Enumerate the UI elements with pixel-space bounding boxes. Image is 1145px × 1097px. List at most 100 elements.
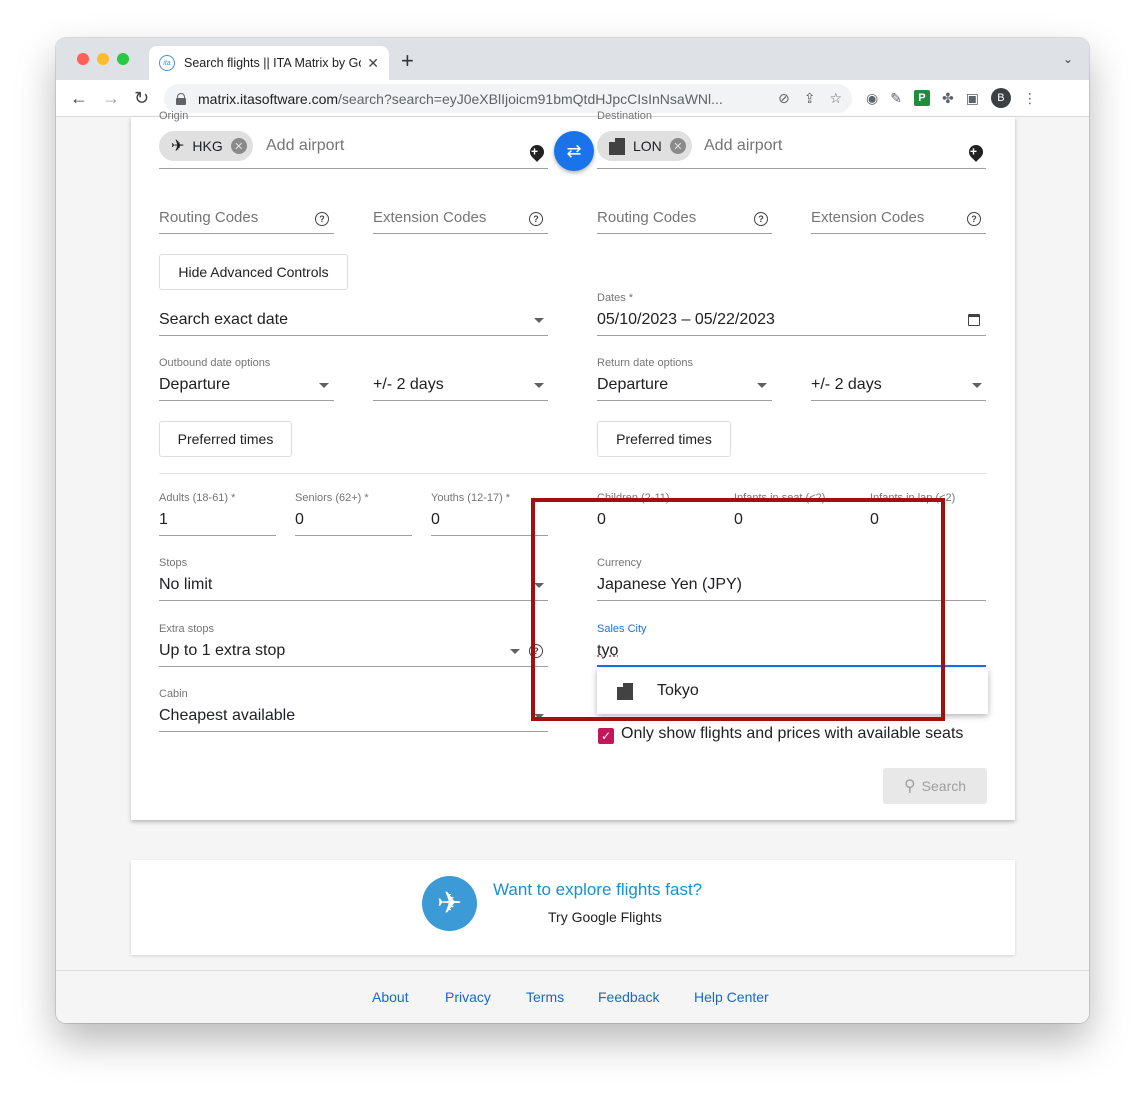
close-tab-icon[interactable]: ✕	[367, 55, 379, 72]
kebab-menu-icon[interactable]: ⋮	[1023, 90, 1037, 107]
remove-destination-icon[interactable]: ✕	[669, 138, 686, 154]
available-seats-checkbox[interactable]: ✓	[598, 728, 614, 744]
minimize-window-button[interactable]	[97, 53, 109, 65]
return-preferred-times-button[interactable]: Preferred times	[597, 421, 731, 457]
outbound-options-label: Outbound date options	[159, 357, 271, 369]
help-icon[interactable]: ?	[529, 212, 543, 226]
stops-select[interactable]	[159, 572, 548, 601]
origin-label: Origin	[159, 110, 189, 122]
destination-chip-label: LON	[633, 138, 662, 154]
footer-link-terms[interactable]: Terms	[526, 989, 564, 1005]
origin-extension-codes-input[interactable]: Extension Codes	[373, 209, 486, 226]
extensions-bar: ◉ ✎ P ✤ ▣ B ⋮	[866, 88, 1037, 108]
adults-label: Adults (18-61) *	[159, 492, 236, 504]
chevron-down-icon	[534, 383, 544, 388]
seniors-value[interactable]: 0	[295, 511, 304, 529]
page-footer: About Privacy Terms Feedback Help Center	[56, 970, 1089, 1023]
footer-link-about[interactable]: About	[372, 989, 409, 1005]
outbound-preferred-times-button[interactable]: Preferred times	[159, 421, 292, 457]
calendar-icon[interactable]	[968, 314, 980, 326]
promo-subtitle[interactable]: Try Google Flights	[548, 909, 662, 925]
dates-label: Dates *	[597, 292, 634, 304]
chevron-down-icon	[757, 383, 767, 388]
side-panel-icon[interactable]: ▣	[966, 90, 979, 107]
help-icon[interactable]: ?	[315, 212, 329, 226]
chevron-down-icon	[972, 383, 982, 388]
footer-link-privacy[interactable]: Privacy	[445, 989, 491, 1005]
youths-value[interactable]: 0	[431, 511, 440, 529]
outbound-type-value: Departure	[159, 376, 231, 393]
promo-title[interactable]: Want to explore flights fast?	[493, 880, 702, 900]
adults-input-field[interactable]	[159, 507, 276, 536]
search-button[interactable]: ⚲ Search	[883, 768, 987, 804]
google-flights-promo[interactable]: ✈ Want to explore flights fast? Try Goog…	[131, 860, 1015, 955]
tab-title: Search flights || ITA Matrix by Google	[184, 56, 361, 70]
browser-toolbar: ← → ↻ matrix.itasoftware.com /search?sea…	[56, 80, 1089, 117]
annotation-highlight-box	[531, 498, 945, 721]
origin-input[interactable]: Add airport	[266, 137, 344, 155]
bookmark-star-icon[interactable]: ☆	[829, 90, 842, 107]
adults-value[interactable]: 1	[159, 511, 168, 529]
puzzle-icon[interactable]: ✤	[942, 90, 954, 107]
plane-icon: ✈	[171, 138, 185, 155]
destination-routing-codes-input[interactable]: Routing Codes	[597, 209, 696, 226]
available-seats-label[interactable]: Only show flights and prices with availa…	[621, 725, 963, 743]
url-host: matrix.itasoftware.com	[198, 90, 339, 107]
remove-origin-icon[interactable]: ✕	[230, 138, 247, 154]
stops-value: No limit	[159, 576, 213, 593]
lock-icon[interactable]	[176, 92, 186, 105]
origin-chip-label: HKG	[192, 138, 223, 154]
youths-label: Youths (12-17) *	[431, 492, 511, 504]
help-icon[interactable]: ?	[754, 212, 768, 226]
eyedropper-icon[interactable]: ✎	[890, 90, 902, 107]
chevron-down-icon	[510, 649, 520, 654]
cabin-label: Cabin	[159, 688, 188, 700]
search-button-label: Search	[921, 778, 967, 794]
share-icon[interactable]: ⇪	[804, 90, 816, 107]
airplane-icon: ✈	[422, 876, 477, 931]
forward-icon[interactable]: →	[102, 88, 120, 108]
new-tab-icon[interactable]: +	[401, 50, 414, 72]
destination-extension-codes-input[interactable]: Extension Codes	[811, 209, 924, 226]
outbound-range-value: +/- 2 days	[373, 376, 444, 393]
footer-link-help-center[interactable]: Help Center	[694, 989, 769, 1005]
origin-routing-codes-input[interactable]: Routing Codes	[159, 209, 258, 226]
back-icon[interactable]: ←	[70, 88, 88, 108]
ita-favicon-icon: ita	[159, 55, 175, 71]
hide-advanced-controls-button[interactable]: Hide Advanced Controls	[159, 254, 348, 290]
return-type-value: Departure	[597, 376, 669, 393]
swap-airports-button[interactable]: ⇄	[554, 131, 594, 171]
destination-input[interactable]: Add airport	[704, 137, 782, 155]
return-range-value: +/- 2 days	[811, 376, 882, 393]
location-blocked-icon[interactable]: ⊘	[778, 90, 790, 107]
section-divider	[159, 473, 987, 474]
seniors-input-field[interactable]	[295, 507, 412, 536]
extra-stops-value: Up to 1 extra stop	[159, 642, 286, 659]
tab-search-chevron-icon[interactable]: ⌄	[1063, 52, 1073, 66]
help-icon[interactable]: ?	[967, 212, 981, 226]
address-bar[interactable]: matrix.itasoftware.com /search?search=ey…	[164, 84, 852, 113]
maximize-window-button[interactable]	[117, 53, 129, 65]
omnibox-actions: ⊘ ⇪ ☆	[778, 90, 842, 107]
avatar[interactable]: B	[990, 88, 1011, 108]
seniors-label: Seniors (62+) *	[295, 492, 369, 504]
extra-stops-label: Extra stops	[159, 623, 215, 635]
extension-p-icon[interactable]: P	[913, 90, 930, 106]
stops-label: Stops	[159, 557, 188, 569]
swap-arrows-icon: ⇄	[566, 140, 582, 161]
close-window-button[interactable]	[77, 53, 89, 65]
return-options-label: Return date options	[597, 357, 694, 369]
reload-icon[interactable]: ↻	[134, 88, 149, 108]
camera-icon[interactable]: ◉	[866, 90, 878, 107]
destination-chip[interactable]: LON ✕	[597, 131, 692, 161]
destination-label: Destination	[597, 110, 653, 122]
browser-tab[interactable]: ita Search flights || ITA Matrix by Goog…	[149, 46, 389, 80]
tab-strip: ita Search flights || ITA Matrix by Goog…	[56, 38, 1089, 80]
chevron-down-icon	[534, 318, 544, 323]
city-building-icon	[609, 137, 625, 155]
cabin-value: Cheapest available	[159, 707, 296, 724]
footer-link-feedback[interactable]: Feedback	[598, 989, 659, 1005]
search-icon: ⚲	[903, 778, 916, 795]
url-path: /search?search=eyJ0eXBlIjoicm91bmQtdHJpc…	[338, 90, 723, 107]
origin-chip[interactable]: ✈ HKG ✕	[159, 131, 253, 161]
